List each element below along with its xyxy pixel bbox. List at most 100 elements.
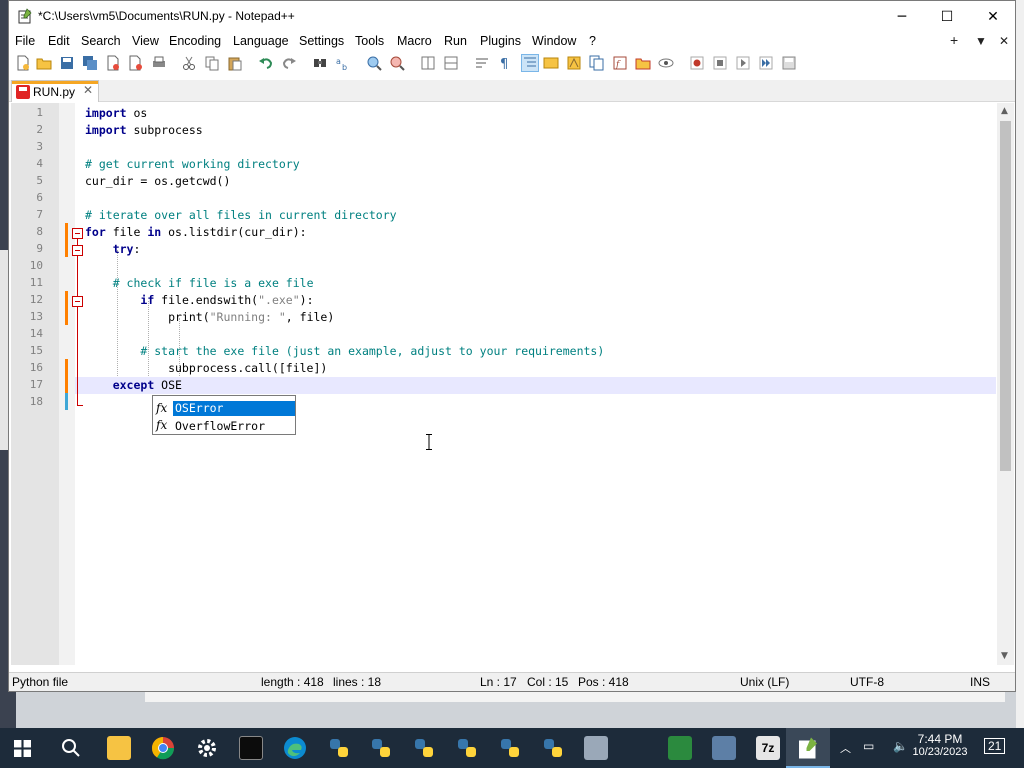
windows-start-icon[interactable]: [14, 740, 31, 757]
status-eol[interactable]: Unix (LF): [740, 675, 789, 689]
menu-settings[interactable]: Settings: [299, 34, 344, 48]
play-macro-icon[interactable]: [735, 55, 751, 71]
cut-icon[interactable]: [181, 55, 197, 71]
code-line: # check if file is a exe file: [85, 276, 314, 290]
record-macro-icon[interactable]: [689, 55, 705, 71]
folder-as-workspace-icon[interactable]: [635, 55, 651, 71]
function-list-icon[interactable]: f: [612, 55, 628, 71]
close-all-icon[interactable]: [128, 55, 144, 71]
menu-search[interactable]: Search: [81, 34, 121, 48]
show-all-characters-icon[interactable]: ¶: [497, 55, 513, 71]
minimize-button[interactable]: ─: [879, 1, 925, 32]
edge-icon[interactable]: [283, 736, 307, 760]
print-icon[interactable]: [151, 55, 167, 71]
unsaved-file-icon: [16, 85, 30, 99]
close-button[interactable]: ✕: [970, 1, 1016, 32]
code-line: import os: [85, 106, 147, 120]
code-editor[interactable]: 1 2 3 4 5 6 7 8 9 10 11 12 13 14 15 16 17 18 import os imp…: [11, 103, 996, 665]
menu-language[interactable]: Language: [233, 34, 289, 48]
fold-toggle-icon[interactable]: [72, 228, 83, 239]
python-icon[interactable]: [369, 736, 393, 760]
maximize-button[interactable]: ☐: [924, 1, 970, 32]
zoom-out-icon[interactable]: [389, 55, 405, 71]
menu-edit[interactable]: Edit: [48, 34, 70, 48]
user-defined-language-icon[interactable]: [543, 55, 559, 71]
document-map-icon[interactable]: [566, 55, 582, 71]
monitoring-icon[interactable]: [658, 55, 674, 71]
7zip-icon[interactable]: 7z: [756, 736, 780, 760]
status-lines: lines : 18: [333, 675, 382, 689]
python-icon[interactable]: [541, 736, 565, 760]
menu-encoding[interactable]: Encoding: [169, 34, 221, 48]
menu-window[interactable]: Window: [532, 34, 576, 48]
menu-view[interactable]: View: [132, 34, 159, 48]
tab-close-icon[interactable]: ✕: [83, 83, 93, 97]
undo-icon[interactable]: [258, 55, 274, 71]
fold-toggle-icon[interactable]: [72, 245, 83, 256]
app-icon[interactable]: [584, 736, 608, 760]
notification-center-icon[interactable]: 21: [984, 738, 1006, 754]
status-insert-mode[interactable]: INS: [970, 675, 990, 689]
word-wrap-icon[interactable]: [474, 55, 490, 71]
find-icon[interactable]: [312, 55, 328, 71]
menu-help[interactable]: ?: [589, 34, 596, 48]
python-icon[interactable]: [498, 736, 522, 760]
redo-icon[interactable]: [281, 55, 297, 71]
scrollbar-thumb[interactable]: [1000, 121, 1011, 471]
scroll-up-icon[interactable]: ▲: [1001, 106, 1008, 116]
stop-macro-icon[interactable]: [712, 55, 728, 71]
run-macro-multiple-icon[interactable]: [758, 55, 774, 71]
close-document-icon[interactable]: ✕: [999, 34, 1009, 48]
indent-guide-icon[interactable]: [521, 54, 539, 72]
sync-vertical-icon[interactable]: [420, 55, 436, 71]
open-file-icon[interactable]: [36, 55, 52, 71]
python-icon[interactable]: [327, 736, 351, 760]
menu-file[interactable]: File: [15, 34, 35, 48]
title-bar[interactable]: *C:\Users\vm5\Documents\RUN.py - Notepad…: [9, 1, 1015, 32]
scroll-down-icon[interactable]: ▼: [1001, 651, 1008, 661]
new-tab-plus-icon[interactable]: +: [950, 32, 958, 48]
app-icon[interactable]: [712, 736, 736, 760]
save-all-icon[interactable]: [82, 55, 98, 71]
taskbar-notepadpp-active[interactable]: [786, 728, 830, 768]
terminal-icon[interactable]: [239, 736, 263, 760]
menu-tools[interactable]: Tools: [355, 34, 384, 48]
autocomplete-item[interactable]: fx OverflowError: [153, 417, 295, 434]
close-file-icon[interactable]: [105, 55, 121, 71]
python-icon[interactable]: [412, 736, 436, 760]
save-macro-icon[interactable]: [781, 55, 797, 71]
toolbar: ab ¶ f: [9, 52, 1015, 74]
menu-macro[interactable]: Macro: [397, 34, 432, 48]
status-pos: Pos : 418: [578, 675, 629, 689]
vertical-scrollbar[interactable]: ▲ ▼: [997, 103, 1014, 665]
clock[interactable]: 7:44 PM 10/23/2023: [908, 732, 972, 758]
tab-run-py[interactable]: RUN.py ✕: [11, 80, 99, 102]
menu-run[interactable]: Run: [444, 34, 467, 48]
tray-chevron-icon[interactable]: ︿: [840, 740, 851, 756]
zoom-in-icon[interactable]: [366, 55, 382, 71]
new-file-icon[interactable]: [15, 55, 31, 71]
tab-list-dropdown-icon[interactable]: ▼: [975, 34, 987, 48]
fold-toggle-icon[interactable]: [72, 296, 83, 307]
code-token: import: [85, 106, 127, 120]
volume-icon[interactable]: 🔈: [893, 739, 908, 753]
network-icon[interactable]: ▭: [863, 739, 874, 753]
python-icon[interactable]: [455, 736, 479, 760]
settings-gear-icon[interactable]: [195, 736, 219, 760]
status-encoding[interactable]: UTF-8: [850, 675, 884, 689]
menu-plugins[interactable]: Plugins: [480, 34, 521, 48]
line-number-margin[interactable]: 1 2 3 4 5 6 7 8 9 10 11 12 13 14 15 16 17 18: [11, 103, 59, 665]
app-icon[interactable]: [668, 736, 692, 760]
chrome-icon[interactable]: [151, 736, 175, 760]
autocomplete-item-label: OverflowError: [175, 419, 266, 433]
paste-icon[interactable]: [227, 55, 243, 71]
autocomplete-item-selected[interactable]: fx OSError: [153, 400, 295, 417]
document-list-icon[interactable]: [589, 55, 605, 71]
copy-icon[interactable]: [204, 55, 220, 71]
replace-icon[interactable]: ab: [335, 55, 351, 71]
sync-horizontal-icon[interactable]: [443, 55, 459, 71]
save-icon[interactable]: [59, 55, 75, 71]
search-icon[interactable]: [61, 738, 81, 758]
file-explorer-icon[interactable]: [107, 736, 131, 760]
status-ln: Ln : 17: [480, 675, 517, 689]
